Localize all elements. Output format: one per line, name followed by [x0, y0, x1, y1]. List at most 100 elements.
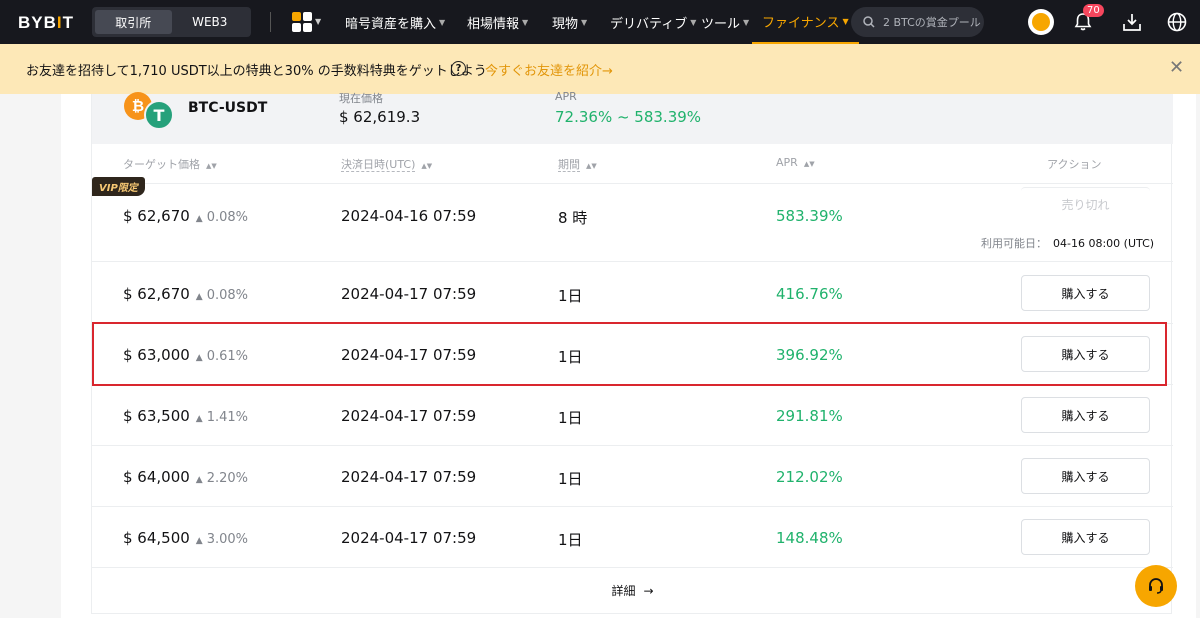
- available-value: 04-16 08:00 (UTC): [1053, 237, 1155, 250]
- search-input[interactable]: 2 BTCの賞金プール: [851, 7, 984, 37]
- available-date: 利用可能日： 04-16 08:00 (UTC): [981, 235, 1154, 251]
- price-value: $ 64,500: [123, 529, 190, 547]
- link-label: 今すぐお友達を紹介: [485, 64, 603, 79]
- settlement-time: 2024-04-16 07:59: [341, 207, 477, 225]
- download-icon[interactable]: [1121, 11, 1143, 33]
- nav-label: 現物: [552, 16, 579, 32]
- header-label: APR: [776, 156, 798, 169]
- target-price: $ 62,670 ▲ 0.08%: [123, 207, 248, 225]
- header-label: 期間: [558, 158, 580, 172]
- apr: 212.02%: [776, 468, 843, 486]
- header-label: 決済日時(UTC): [341, 158, 416, 172]
- nav-buy-crypto[interactable]: 暗号資産を購入 ▼: [345, 0, 445, 44]
- table-header: ターゲット価格 ▲▼ 決済日時(UTC) ▲▼ 期間 ▲▼ APR ▲▼ アクション: [92, 144, 1173, 184]
- nav-tools[interactable]: ツール ▼: [701, 0, 749, 44]
- up-triangle-icon: ▲: [195, 536, 203, 546]
- table-row: $ 64,000 ▲ 2.20% 2024-04-17 07:59 1日 212.0…: [92, 446, 1173, 507]
- highlight-box: [92, 322, 1167, 386]
- target-price: $ 64,000 ▲ 2.20%: [123, 468, 248, 486]
- up-triangle-icon: ▲: [195, 475, 203, 485]
- table-row: $ 62,670 ▲ 0.08% 2024-04-17 07:59 1日 416.7…: [92, 263, 1173, 324]
- more-details-link[interactable]: 詳細 →: [92, 568, 1173, 613]
- chevron-down-icon: ▼: [522, 17, 529, 27]
- apr: 583.39%: [776, 207, 843, 225]
- price-value: $ 64,000: [123, 468, 190, 486]
- buy-button[interactable]: 購入する: [1021, 397, 1150, 433]
- globe-icon[interactable]: [1166, 11, 1188, 33]
- arrow-right-icon: →: [602, 64, 613, 79]
- chevron-down-icon: ▼: [743, 17, 750, 27]
- apps-grid-icon[interactable]: [292, 12, 312, 32]
- table-row: VIP限定 $ 62,670 ▲ 0.08% 2024-04-16 07:59 8 …: [92, 177, 1173, 262]
- search-icon: [863, 16, 875, 28]
- arrow-right-icon: →: [643, 583, 654, 598]
- logo-text-c: T: [62, 13, 75, 32]
- sort-icon: ▲▼: [586, 162, 597, 170]
- referral-promo-banner: お友達を招待して1,710 USDT以上の特典と30% の手数料特典をゲットしよ…: [0, 44, 1200, 94]
- nav-label: 暗号資産を購入: [345, 16, 437, 32]
- table-row: $ 64,500 ▲ 3.00% 2024-04-17 07:59 1日 148.4…: [92, 507, 1173, 568]
- headset-icon: [1149, 578, 1163, 594]
- exchange-web3-switch: 取引所 WEB3: [92, 7, 251, 37]
- apr-label: APR: [555, 90, 577, 103]
- nav-label: ツール: [701, 16, 741, 32]
- table-row: $ 63,500 ▲ 1.41% 2024-04-17 07:59 1日 291.8…: [92, 385, 1173, 446]
- nav-derivatives[interactable]: デリバティブ ▼: [610, 0, 696, 44]
- chevron-down-icon: ▼: [842, 16, 849, 26]
- settlement-time: 2024-04-17 07:59: [341, 285, 477, 303]
- nav-finance[interactable]: ファイナンス ▼: [752, 0, 859, 44]
- apr-range: 72.36% ~ 583.39%: [555, 108, 702, 126]
- sort-icon: ▲▼: [206, 162, 217, 170]
- support-chat-button[interactable]: [1135, 565, 1177, 607]
- nav-label: 相場情報: [467, 16, 520, 32]
- target-price: $ 63,500 ▲ 1.41%: [123, 407, 248, 425]
- header-target-price[interactable]: ターゲット価格 ▲▼: [123, 156, 217, 172]
- settlement-time: 2024-04-17 07:59: [341, 407, 477, 425]
- pair-name: BTC-USDT: [188, 100, 268, 116]
- buy-button[interactable]: 購入する: [1021, 519, 1150, 555]
- price-change: 1.41%: [206, 410, 249, 425]
- avatar[interactable]: [1028, 9, 1054, 35]
- term: 1日: [558, 531, 583, 549]
- price-value: $ 63,500: [123, 407, 190, 425]
- apr: 416.76%: [776, 285, 843, 303]
- divider: [270, 12, 271, 32]
- nav-label: デリバティブ: [610, 16, 688, 32]
- notification-badge: 70: [1083, 4, 1104, 17]
- header-apr[interactable]: APR ▲▼: [776, 156, 815, 169]
- promo-text: お友達を招待して1,710 USDT以上の特典と30% の手数料特典をゲットしよ…: [26, 64, 487, 79]
- chevron-down-icon: ▼: [690, 17, 697, 27]
- up-triangle-icon: ▲: [195, 214, 203, 224]
- bybit-logo[interactable]: BYBIT: [18, 13, 74, 33]
- nav-spot[interactable]: 現物 ▼: [552, 0, 587, 44]
- term: 1日: [558, 287, 583, 305]
- price-change: 0.08%: [206, 210, 249, 225]
- term: 8 時: [558, 209, 588, 227]
- settlement-time: 2024-04-17 07:59: [341, 529, 477, 547]
- refer-friend-link[interactable]: 今すぐお友達を紹介→: [485, 60, 613, 79]
- help-icon[interactable]: ?: [451, 61, 466, 76]
- nav-label: ファイナンス: [762, 15, 840, 31]
- current-price: $ 62,619.3: [339, 108, 421, 126]
- up-triangle-icon: ▲: [195, 414, 203, 424]
- current-price-label: 現在価格: [339, 92, 383, 105]
- apr: 291.81%: [776, 407, 843, 425]
- close-icon[interactable]: ✕: [1169, 57, 1184, 78]
- header-label: ターゲット価格: [123, 158, 200, 171]
- buy-button[interactable]: 購入する: [1021, 275, 1150, 311]
- sold-out-button: 売り切れ: [1021, 187, 1150, 221]
- price-value: $ 62,670: [123, 285, 190, 303]
- nav-markets[interactable]: 相場情報 ▼: [467, 0, 528, 44]
- web3-tab[interactable]: WEB3: [172, 10, 249, 34]
- sort-icon: ▲▼: [421, 162, 433, 170]
- usdt-coin-icon: T: [144, 100, 174, 130]
- header-settlement[interactable]: 決済日時(UTC) ▲▼: [341, 156, 432, 172]
- target-price: $ 62,670 ▲ 0.08%: [123, 285, 248, 303]
- header-term[interactable]: 期間 ▲▼: [558, 156, 597, 172]
- settlement-time: 2024-04-17 07:59: [341, 468, 477, 486]
- buy-button[interactable]: 購入する: [1021, 458, 1150, 494]
- more-label: 詳細: [611, 584, 636, 598]
- term: 1日: [558, 470, 583, 488]
- price-change: 0.08%: [206, 288, 249, 303]
- exchange-tab[interactable]: 取引所: [95, 10, 172, 34]
